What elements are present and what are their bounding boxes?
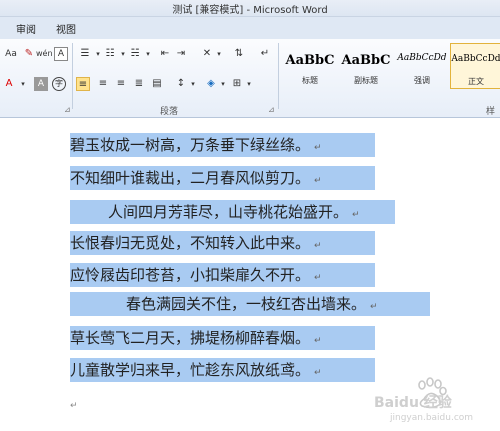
style-emphasis[interactable]: AaBbCcDd 强调	[396, 43, 448, 89]
style-name: 强调	[414, 76, 430, 85]
baidu-jingyan-watermark: Baidu 经验 jingyan.baidu.com	[370, 375, 495, 425]
style-name: 标题	[302, 76, 318, 85]
poem-line[interactable]: 春色满园关不住，一枝红杏出墙来。 ↵	[70, 292, 430, 316]
distributed-icon[interactable]: ▤	[150, 77, 164, 91]
paragraph-mark-icon: ↵	[314, 241, 322, 251]
style-sample: AaBbCcDd	[451, 54, 500, 64]
line-text: 人间四月芳菲尽，山寺桃花始盛开。	[108, 203, 349, 221]
decrease-indent-icon[interactable]: ⇤	[158, 47, 172, 61]
style-name: 正文	[468, 77, 484, 86]
paragraph-mark-icon: ↵	[314, 368, 322, 378]
align-center-icon[interactable]: ≡	[96, 77, 110, 91]
window-title: 测试 [兼容模式] - Microsoft Word	[172, 5, 328, 16]
character-border-icon[interactable]: A	[54, 47, 68, 61]
poem-line[interactable]: 草长莺飞二月天，拂堤杨柳醉春烟。 ↵	[70, 326, 375, 350]
font-dialog-launcher-icon[interactable]: ⊿	[64, 105, 71, 114]
phonetic-guide-icon[interactable]: wén	[36, 47, 53, 61]
style-sample: AaBbC	[285, 53, 335, 68]
poem-line[interactable]: 儿童散学归来早，忙趁东风放纸鸢。 ↵	[70, 358, 375, 382]
poem-line[interactable]: 长恨春归无觅处，不知转入此中来。 ↵	[70, 231, 375, 255]
style-sample: AaBbC	[341, 53, 391, 68]
style-heading[interactable]: AaBbC 标题	[284, 43, 336, 89]
paragraph-dialog-launcher-icon[interactable]: ⊿	[268, 105, 275, 114]
line-text: 儿童散学归来早，忙趁东风放纸鸢。	[70, 361, 311, 379]
ribbon-tabs: 审阅 视图	[0, 17, 500, 39]
poem-line[interactable]: 不知细叶谁裁出，二月春风似剪刀。 ↵	[70, 166, 375, 190]
character-shading-icon[interactable]: A	[34, 77, 48, 91]
title-bar: 测试 [兼容模式] - Microsoft Word	[0, 0, 500, 17]
style-name: 副标题	[354, 76, 378, 85]
bullets-icon[interactable]: ☰	[78, 47, 92, 61]
paragraph-group-label: 段落	[160, 107, 179, 117]
poem-line[interactable]: 应怜屐齿印苍苔，小扣柴扉久不开。 ↵	[70, 263, 375, 287]
numbering-icon[interactable]: ☷	[103, 47, 117, 61]
show-marks-icon[interactable]: ↵	[258, 47, 272, 61]
line-text: 春色满园关不住，一枝红杏出墙来。	[126, 295, 367, 313]
paragraph-mark-icon: ↵	[314, 273, 322, 283]
baidu-paw-logo-icon: Baidu 经验 jingyan.baidu.com	[374, 377, 473, 423]
paragraph-mark-icon: ↵	[352, 210, 360, 220]
watermark-text: Baidu 经验	[374, 394, 453, 411]
align-left-icon[interactable]: ≡	[76, 77, 90, 91]
poem-line[interactable]: 人间四月芳菲尽，山寺桃花始盛开。 ↵	[70, 200, 395, 224]
group-separator	[72, 43, 73, 109]
multilevel-list-icon[interactable]: ☵	[128, 47, 142, 61]
paragraph-mark-icon: ↵	[314, 143, 322, 153]
line-text: 碧玉妆成一树高，万条垂下绿丝绦。	[70, 136, 311, 154]
multilevel-dropdown-icon[interactable]: ▾	[141, 47, 155, 61]
empty-paragraph-mark-icon: ↵	[70, 401, 78, 411]
line-text: 草长莺飞二月天，拂堤杨柳醉春烟。	[70, 329, 311, 347]
group-separator	[278, 43, 279, 109]
tab-review[interactable]: 审阅	[16, 21, 36, 36]
enclose-characters-icon[interactable]: 字	[52, 77, 66, 91]
paragraph-mark-icon: ↵	[370, 302, 378, 312]
line-text: 长恨春归无觅处，不知转入此中来。	[70, 234, 311, 252]
style-normal[interactable]: AaBbCcDd 正文	[450, 43, 500, 89]
change-case-icon[interactable]: Aa	[4, 47, 18, 61]
watermark-url: jingyan.baidu.com	[389, 413, 473, 423]
style-subtitle[interactable]: AaBbC 副标题	[340, 43, 392, 89]
styles-group-label: 样	[486, 107, 496, 117]
paragraph-mark-icon: ↵	[314, 336, 322, 346]
font-color-dropdown-icon[interactable]: ▾	[16, 77, 30, 91]
line-text: 应怜屐齿印苍苔，小扣柴扉久不开。	[70, 266, 311, 284]
shading-dropdown-icon[interactable]: ▾	[216, 77, 230, 91]
borders-dropdown-icon[interactable]: ▾	[242, 77, 256, 91]
increase-indent-icon[interactable]: ⇥	[174, 47, 188, 61]
line-text: 不知细叶谁裁出，二月春风似剪刀。	[70, 169, 311, 187]
chinese-layout-dropdown-icon[interactable]: ▾	[212, 47, 226, 61]
ribbon: Aa ✎ wén A A ▾ A 字 ☰ ▾ ☷ ▾ ☵ ▾ ⇤ ⇥ ✕ ▾ ⇅…	[0, 39, 500, 118]
line-spacing-dropdown-icon[interactable]: ▾	[186, 77, 200, 91]
paragraph-mark-icon: ↵	[314, 176, 322, 186]
sort-icon[interactable]: ⇅	[232, 47, 246, 61]
poem-line[interactable]: 碧玉妆成一树高，万条垂下绿丝绦。 ↵	[70, 133, 375, 157]
justify-icon[interactable]: ≣	[132, 77, 146, 91]
clear-format-icon[interactable]: ✎	[22, 47, 36, 61]
tab-view[interactable]: 视图	[56, 21, 76, 36]
font-color-icon[interactable]: A	[2, 77, 16, 91]
style-sample: AaBbCcDd	[397, 53, 447, 63]
align-right-icon[interactable]: ≡	[114, 77, 128, 91]
